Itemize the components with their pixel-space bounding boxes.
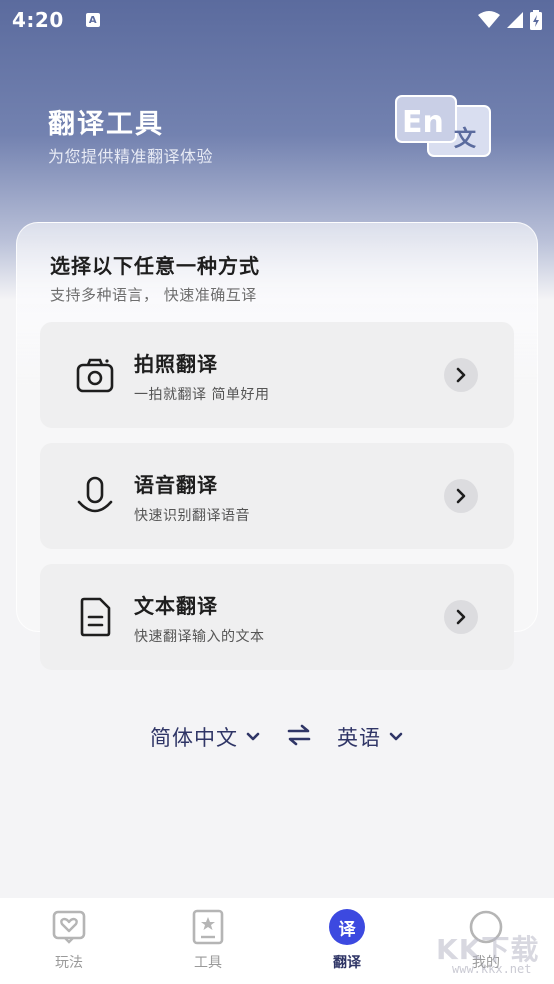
panel-title: 选择以下任意一种方式	[50, 254, 260, 278]
card-title: 文本翻译	[134, 594, 218, 618]
keyboard-indicator-icon: A	[85, 13, 100, 27]
language-selector: 简体中文 英语	[0, 716, 554, 756]
source-language-select[interactable]: 简体中文	[150, 722, 260, 752]
chevron-right-icon[interactable]	[444, 358, 478, 392]
photo-translate-card[interactable]: 拍照翻译 一拍就翻译 简单好用	[40, 322, 514, 428]
card-subtitle: 快速识别翻译语音	[134, 508, 250, 524]
chevron-down-icon	[389, 732, 403, 741]
chevron-right-icon[interactable]	[444, 600, 478, 634]
card-subtitle: 一拍就翻译 简单好用	[134, 387, 270, 403]
watermark-url: www.kkx.net	[452, 962, 532, 976]
watermark: KK下载 www.kkx.net	[436, 928, 552, 980]
status-time: 4:20	[12, 8, 64, 32]
document-icon	[74, 594, 116, 640]
status-bar: 4:20 A	[0, 0, 554, 40]
chevron-down-icon	[246, 732, 260, 741]
page-subtitle: 为您提供精准翻译体验	[48, 147, 214, 166]
swap-icon	[287, 724, 311, 746]
translate-tab-icon: 译	[328, 908, 366, 946]
microphone-icon	[74, 473, 116, 519]
voice-translate-card[interactable]: 语音翻译 快速识别翻译语音	[40, 443, 514, 549]
tab-play[interactable]: 玩法	[29, 908, 109, 972]
translate-logo-icon: En 文	[392, 94, 496, 164]
swap-languages-button[interactable]	[287, 724, 311, 750]
tab-label: 翻译	[333, 955, 361, 971]
card-subtitle: 快速翻译输入的文本	[134, 629, 265, 645]
source-language-label: 简体中文	[150, 726, 238, 750]
camera-icon	[74, 352, 116, 398]
page-title: 翻译工具	[48, 109, 164, 140]
tab-translate[interactable]: 译 翻译	[307, 908, 387, 972]
tab-tools[interactable]: 工具	[168, 908, 248, 972]
status-icons	[478, 10, 542, 30]
logo-text: En	[402, 105, 444, 140]
wifi-icon	[478, 11, 500, 28]
card-title: 拍照翻译	[134, 352, 218, 376]
target-language-select[interactable]: 英语	[337, 722, 403, 752]
target-language-label: 英语	[337, 726, 381, 750]
translate-badge: 译	[329, 909, 365, 945]
tab-label: 工具	[194, 955, 222, 971]
text-translate-card[interactable]: 文本翻译 快速翻译输入的文本	[40, 564, 514, 670]
signal-icon	[507, 12, 523, 28]
logo-char: 文	[454, 126, 477, 152]
chevron-right-icon[interactable]	[444, 479, 478, 513]
panel-subtitle: 支持多种语言， 快速准确互译	[50, 286, 257, 304]
card-title: 语音翻译	[134, 473, 218, 497]
star-bookmark-icon	[189, 908, 227, 946]
heart-card-icon	[50, 908, 88, 946]
battery-icon	[530, 10, 542, 30]
tab-label: 玩法	[55, 955, 83, 971]
